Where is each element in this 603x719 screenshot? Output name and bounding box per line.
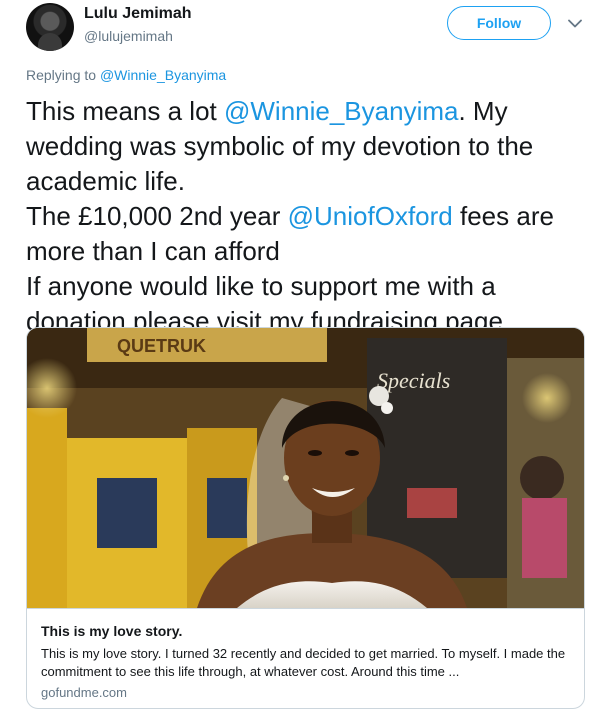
user-handle[interactable]: @lulujemimah — [84, 28, 173, 44]
tweet-text-part: This means a lot — [26, 96, 224, 126]
display-name[interactable]: Lulu Jemimah — [84, 5, 192, 23]
card-description: This is my love story. I turned 32 recen… — [41, 646, 566, 679]
mention-link-winnie[interactable]: @Winnie_Byanyima — [224, 96, 458, 126]
card-body: This is my love story. This is my love s… — [27, 608, 584, 708]
tweet-text: This means a lot @Winnie_Byanyima. My we… — [26, 94, 591, 339]
link-card[interactable]: QUETRUK Specials This is my love story. … — [26, 327, 585, 709]
chalkboard-text: Specials — [377, 368, 450, 393]
card-domain: gofundme.com — [41, 685, 127, 700]
replying-prefix: Replying to — [26, 67, 100, 83]
top-sign-text: QUETRUK — [117, 336, 206, 356]
card-title[interactable]: This is my love story. — [41, 623, 182, 639]
mention-link-oxford[interactable]: @UniofOxford — [288, 201, 453, 231]
card-image: QUETRUK Specials — [27, 328, 584, 608]
replying-mention-link[interactable]: @Winnie_Byanyima — [100, 67, 226, 83]
follow-button[interactable]: Follow — [447, 6, 551, 40]
chevron-down-icon[interactable] — [566, 14, 584, 32]
replying-to: Replying to @Winnie_Byanyima — [26, 67, 226, 83]
avatar[interactable] — [26, 3, 74, 51]
